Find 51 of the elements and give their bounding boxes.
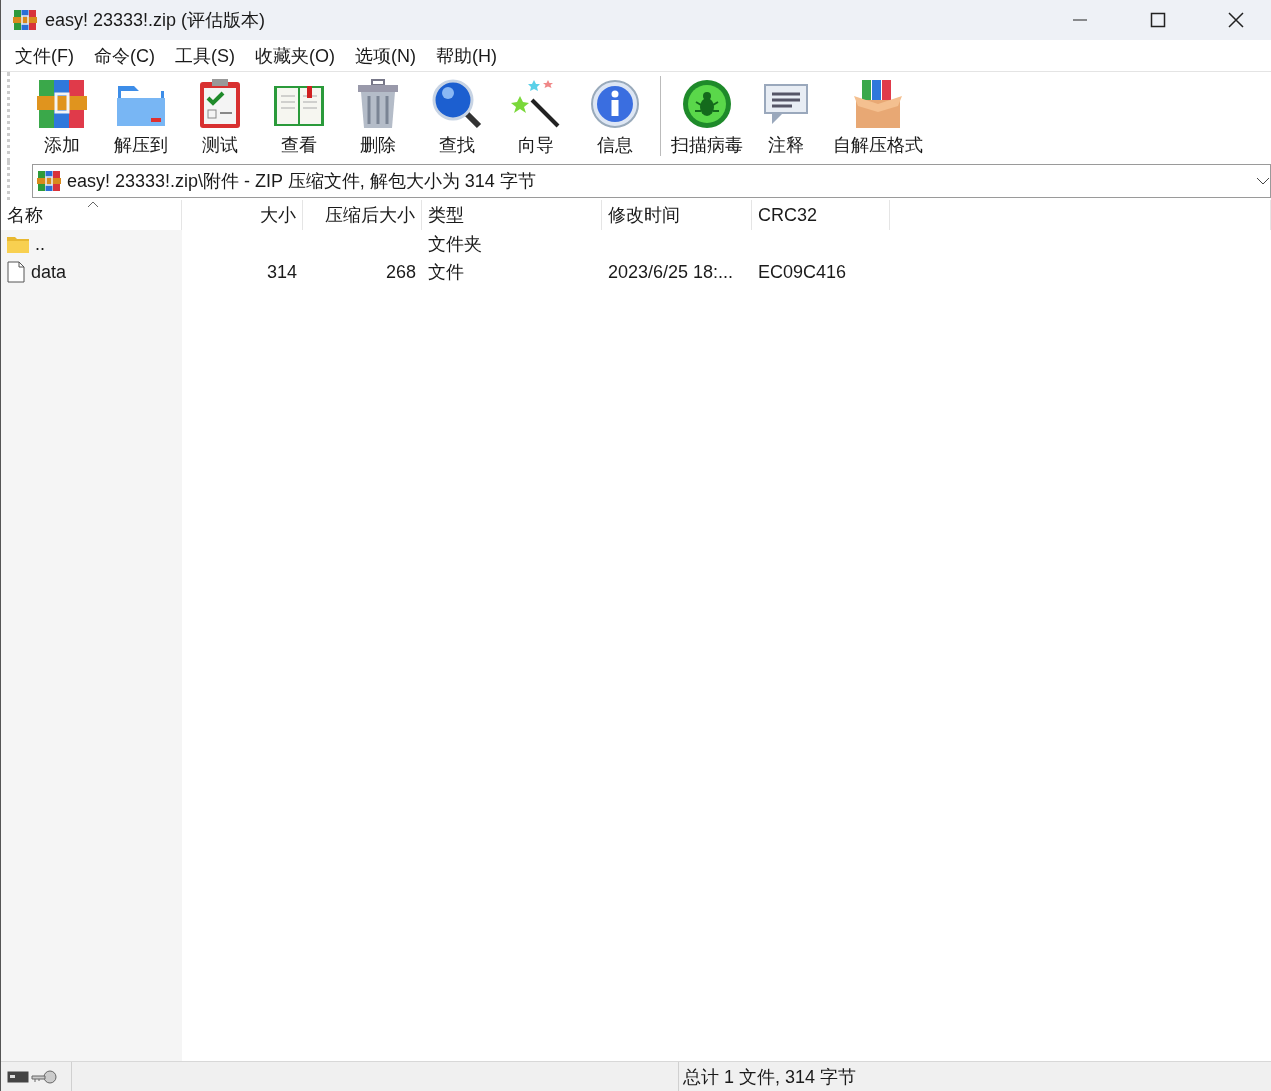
column-header[interactable]: 压缩后大小 <box>303 200 422 230</box>
table-cell-text: EC09C416 <box>757 260 848 284</box>
menu-item[interactable]: 选项(N) <box>345 43 426 68</box>
archive-books-icon <box>13 8 37 32</box>
box-books-icon <box>852 78 904 130</box>
toolbar-button[interactable]: 注释 <box>746 72 825 162</box>
table-cell-text: 文件 <box>427 261 465 284</box>
toolbar-button[interactable]: 添加 <box>22 72 101 162</box>
toolbar-button[interactable]: 删除 <box>338 72 417 162</box>
toolbar-button[interactable]: 查找 <box>417 72 496 162</box>
archive-books-icon <box>35 78 88 130</box>
toolbar-button[interactable]: 信息 <box>575 72 654 162</box>
key-icon <box>31 1069 57 1084</box>
maximize-icon <box>1150 12 1166 28</box>
menu-item[interactable]: 工具(S) <box>165 43 245 68</box>
archive-path: easy! 23333!.zip\附件 - ZIP 压缩文件, 解包大小为 314 字节 <box>67 170 537 193</box>
toolbar-button[interactable]: 自解压格式 <box>825 72 931 162</box>
window-title: easy! 23333!.zip (评估版本) <box>45 9 267 32</box>
menu-item[interactable]: 文件(F) <box>5 43 84 68</box>
minimize-icon <box>1072 19 1088 21</box>
folder-icon <box>7 235 29 253</box>
menu-item[interactable]: 收藏夹(O) <box>245 43 345 68</box>
info-icon <box>588 78 641 130</box>
table-cell-text: 文件夹 <box>427 233 483 256</box>
magnifier-icon <box>430 78 483 130</box>
drive-icon <box>7 1070 29 1083</box>
menu-item[interactable]: 命令(C) <box>84 43 165 68</box>
path-dropdown[interactable]: easy! 23333!.zip\附件 - ZIP 压缩文件, 解包大小为 314 字节 <box>32 164 1271 198</box>
chevron-down-icon <box>1256 176 1270 186</box>
column-header[interactable]: 类型 <box>422 200 602 230</box>
sort-up-icon <box>87 201 99 208</box>
document-icon <box>7 261 25 283</box>
toolbar-button[interactable]: 扫描病毒 <box>667 72 746 162</box>
table-cell-text: 268 <box>384 260 417 284</box>
toolbar-button[interactable]: 测试 <box>180 72 259 162</box>
table-cell-text: 2023/6/25 18:... <box>607 260 735 284</box>
column-header[interactable]: 大小 <box>182 200 303 230</box>
table-cell-text: 314 <box>265 260 298 284</box>
menu-item[interactable]: 帮助(H) <box>426 43 507 68</box>
toolbar-button[interactable]: 向导 <box>496 72 575 162</box>
column-header[interactable]: CRC32 <box>752 200 890 230</box>
toolbar-button[interactable]: 解压到 <box>101 72 180 162</box>
bug-shield-icon <box>680 78 733 130</box>
column-header[interactable]: 修改时间 <box>602 200 752 230</box>
file-name-cell[interactable]: data <box>1 258 182 286</box>
status-summary: 总计 1 文件, 314 字节 <box>682 1065 857 1089</box>
close-icon <box>1228 12 1244 28</box>
magic-wand-icon <box>509 78 562 130</box>
archive-books-icon <box>37 169 61 193</box>
file-name-cell[interactable]: .. <box>1 230 182 258</box>
toolbar-button[interactable]: 查看 <box>259 72 338 162</box>
